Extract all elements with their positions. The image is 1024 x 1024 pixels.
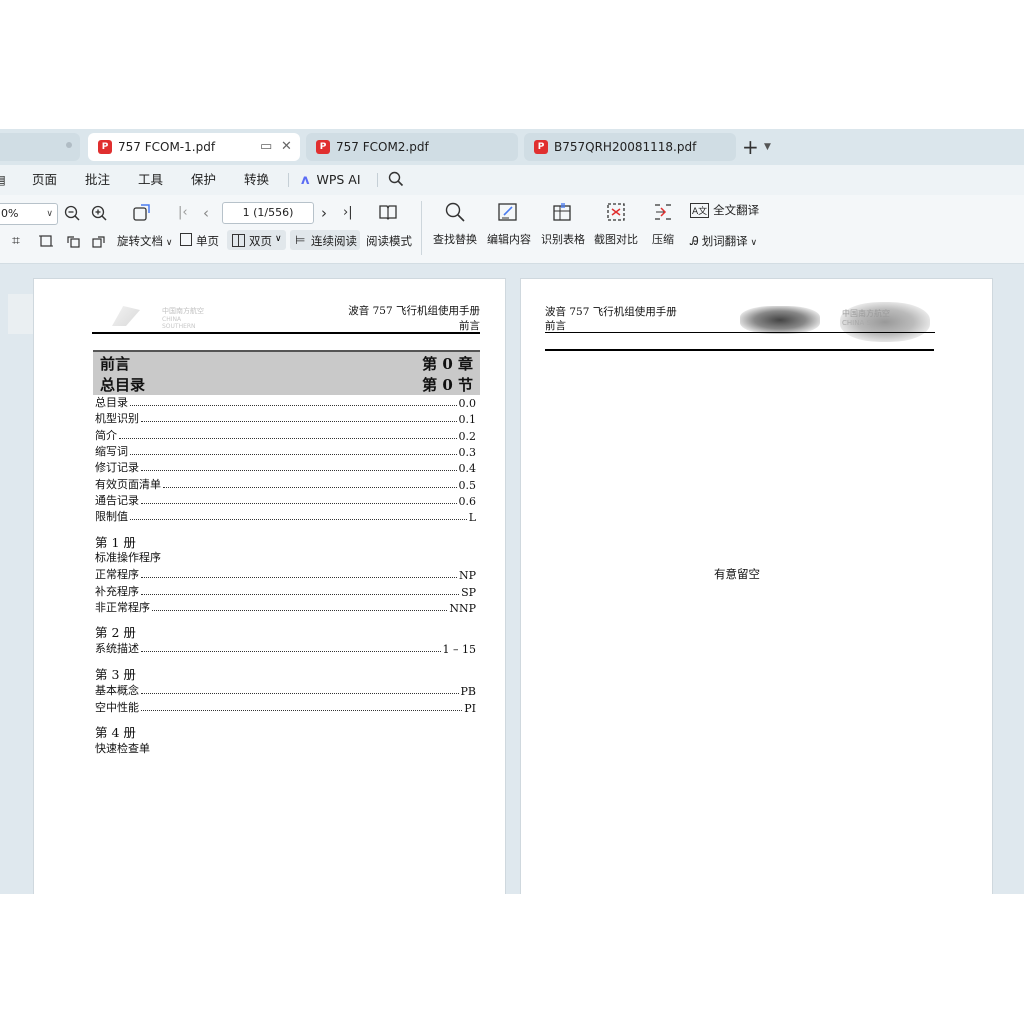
page-indicator-text: 1 (1/556) (242, 206, 294, 219)
chevron-down-icon: ∨ (46, 209, 53, 219)
find-replace-icon[interactable] (444, 201, 466, 223)
tab-bar: P 757 FCOM-1.pdf ▭ ✕ P 757 FCOM2.pdf P B… (0, 129, 1024, 165)
menu-tools[interactable]: 工具 (138, 165, 163, 195)
last-page-icon[interactable]: ›| (343, 205, 353, 221)
next-page-icon[interactable]: › (321, 205, 327, 221)
pdf-file-icon: P (98, 140, 112, 154)
full-translate-button[interactable]: A文 全文翻译 (690, 202, 759, 218)
pdf-reader-window: P 757 FCOM-1.pdf ▭ ✕ P 757 FCOM2.pdf P B… (0, 129, 1024, 894)
menu-divider (377, 173, 378, 187)
new-tab-plus-icon[interactable]: + (742, 133, 759, 161)
frame-select-icon[interactable] (38, 233, 54, 252)
menu-convert[interactable]: 转换 (244, 165, 269, 195)
wps-ai-icon: ᴧ (301, 173, 310, 188)
reading-mode-label[interactable]: 阅读模式 (366, 233, 412, 249)
compress-label[interactable]: 压缩 (652, 231, 674, 247)
toolbar-divider (421, 201, 422, 255)
menu-bar: ▤ 页面 批注 工具 保护 转换 ᴧ WPS AI (0, 165, 1024, 195)
continuous-reading-button[interactable]: ⊨ 连续阅读 (290, 230, 360, 250)
zoom-value: 0% (1, 207, 19, 220)
edit-content-label[interactable]: 编辑内容 (487, 231, 531, 247)
screenshot-compare-icon[interactable] (605, 201, 627, 223)
chevron-down-icon: ∨ (163, 238, 173, 248)
pdf-page-left (33, 278, 506, 894)
first-page-icon[interactable]: |‹ (178, 205, 188, 221)
tab-label: 757 FCOM2.pdf (336, 140, 429, 154)
single-page-button[interactable]: 单页 (180, 233, 219, 249)
pdf-file-icon: P (534, 140, 548, 154)
screenshot-compare-label[interactable]: 截图对比 (594, 231, 638, 247)
prev-page-icon[interactable]: ‹ (203, 205, 209, 221)
zoom-out-icon[interactable] (64, 205, 80, 224)
find-replace-label[interactable]: 查找替换 (433, 231, 477, 247)
tab-dot (66, 142, 72, 148)
chevron-down-icon[interactable]: ▼ (764, 133, 771, 161)
tab-label: B757QRH20081118.pdf (554, 140, 697, 154)
recognize-table-label[interactable]: 识别表格 (541, 231, 585, 247)
continuous-reading-icon: ⊨ (295, 233, 306, 247)
page-number-input[interactable]: 1 (1/556) (222, 202, 314, 224)
menu-prev-fragment[interactable]: ▤ (0, 165, 6, 195)
menu-page[interactable]: 页面 (32, 165, 57, 195)
crop-icon[interactable]: ⌗ (12, 233, 20, 249)
double-page-button[interactable]: 双页 ∨ (227, 230, 286, 250)
toolbar: 0% ∨ |‹ ‹ 1 (1/556) › ›| ⌗ 旋转文档 ∨ 单页 双页 … (0, 195, 1024, 264)
tab-label: 757 FCOM-1.pdf (118, 140, 216, 154)
tab-757-fcom2[interactable]: P 757 FCOM2.pdf (306, 133, 518, 161)
translate-icon: A文 (690, 203, 710, 218)
tab-previous[interactable] (0, 133, 80, 161)
chevron-down-icon: ∨ (275, 234, 282, 244)
single-page-icon (180, 233, 192, 246)
tab-757-fcom-1[interactable]: P 757 FCOM-1.pdf ▭ ✕ (88, 133, 300, 161)
menu-divider (288, 173, 289, 187)
pdf-page-right (520, 278, 993, 894)
recognize-table-icon[interactable] (551, 201, 573, 223)
continuous-reading-label: 连续阅读 (311, 234, 357, 248)
window-restore-icon[interactable]: ▭ (260, 133, 272, 161)
zoom-in-icon[interactable] (91, 205, 107, 224)
word-translate-label: 划词翻译 (701, 234, 748, 248)
word-translate-button[interactable]: Ꭿ 划词翻译 ∨ (690, 233, 757, 249)
hand-select-icon[interactable] (132, 203, 152, 224)
menu-protect[interactable]: 保护 (191, 165, 216, 195)
rotate-left-icon[interactable] (65, 233, 81, 252)
rotate-document-label: 旋转文档 (117, 234, 163, 248)
zoom-select[interactable]: 0% ∨ (0, 203, 58, 225)
rotate-document-button[interactable]: 旋转文档 ∨ (117, 233, 172, 249)
chevron-down-icon: ∨ (747, 238, 758, 248)
tab-b757qrh[interactable]: P B757QRH20081118.pdf (524, 133, 736, 161)
wps-ai-label: WPS AI (316, 172, 361, 187)
close-tab-icon[interactable]: ✕ (281, 133, 292, 161)
double-page-label: 双页 (249, 234, 272, 248)
edit-content-icon[interactable] (497, 201, 519, 223)
menu-annotate[interactable]: 批注 (85, 165, 110, 195)
menu-wps-ai[interactable]: ᴧ WPS AI (301, 165, 361, 195)
word-translate-icon: Ꭿ (690, 234, 699, 248)
rotate-right-icon[interactable] (91, 233, 107, 252)
compress-icon[interactable] (652, 201, 674, 223)
search-icon[interactable] (388, 165, 404, 195)
reading-mode-icon[interactable] (378, 202, 398, 225)
double-page-icon-right (238, 234, 245, 247)
pdf-file-icon: P (316, 140, 330, 154)
single-page-label: 单页 (196, 234, 219, 248)
full-translate-label: 全文翻译 (713, 203, 760, 217)
